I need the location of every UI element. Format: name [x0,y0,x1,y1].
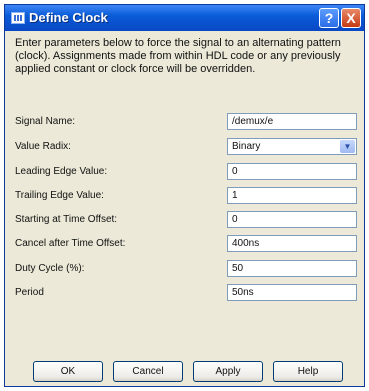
trailing-edge-label: Trailing Edge Value: [15,190,104,201]
cancel-button[interactable]: Cancel [113,361,183,382]
duty-cycle-input[interactable]: 50 [227,260,357,277]
period-label: Period [15,287,44,298]
leading-edge-row: Leading Edge Value: 0 [5,161,364,183]
ok-button[interactable]: OK [33,361,103,382]
signal-name-label: Signal Name: [15,116,76,127]
dialog-title: Define Clock [29,10,108,25]
clock-wave-icon [11,12,25,24]
value-radix-row: Value Radix: Binary ▼ [5,136,364,158]
apply-button[interactable]: Apply [193,361,263,382]
signal-name-input[interactable]: /demux/e [227,113,357,130]
cancel-offset-label: Cancel after Time Offset: [15,238,126,249]
value-radix-label: Value Radix: [15,141,71,152]
close-button[interactable]: X [341,8,361,28]
title-bar[interactable]: Define Clock ? X [5,5,364,31]
help-title-button[interactable]: ? [319,8,339,28]
leading-edge-label: Leading Edge Value: [15,166,108,177]
duty-cycle-label: Duty Cycle (%): [15,263,85,274]
define-clock-dialog: Define Clock ? X Enter parameters below … [4,4,365,387]
signal-name-row: Signal Name: /demux/e [5,111,364,133]
period-row: Period 50ns [5,282,364,304]
chevron-down-icon[interactable]: ▼ [340,140,355,153]
leading-edge-input[interactable]: 0 [227,163,357,180]
start-offset-row: Starting at Time Offset: 0 [5,209,364,231]
value-radix-value: Binary [232,141,261,152]
start-offset-label: Starting at Time Offset: [15,214,118,225]
help-button[interactable]: Help [273,361,343,382]
value-radix-select[interactable]: Binary ▼ [227,138,357,155]
cancel-offset-input[interactable]: 400ns [227,235,357,252]
intro-text: Enter parameters below to force the sign… [15,37,341,75]
cancel-offset-row: Cancel after Time Offset: 400ns [5,233,364,255]
period-input[interactable]: 50ns [227,284,357,301]
trailing-edge-input[interactable]: 1 [227,187,357,204]
start-offset-input[interactable]: 0 [227,211,357,228]
duty-cycle-row: Duty Cycle (%): 50 [5,258,364,280]
trailing-edge-row: Trailing Edge Value: 1 [5,185,364,207]
